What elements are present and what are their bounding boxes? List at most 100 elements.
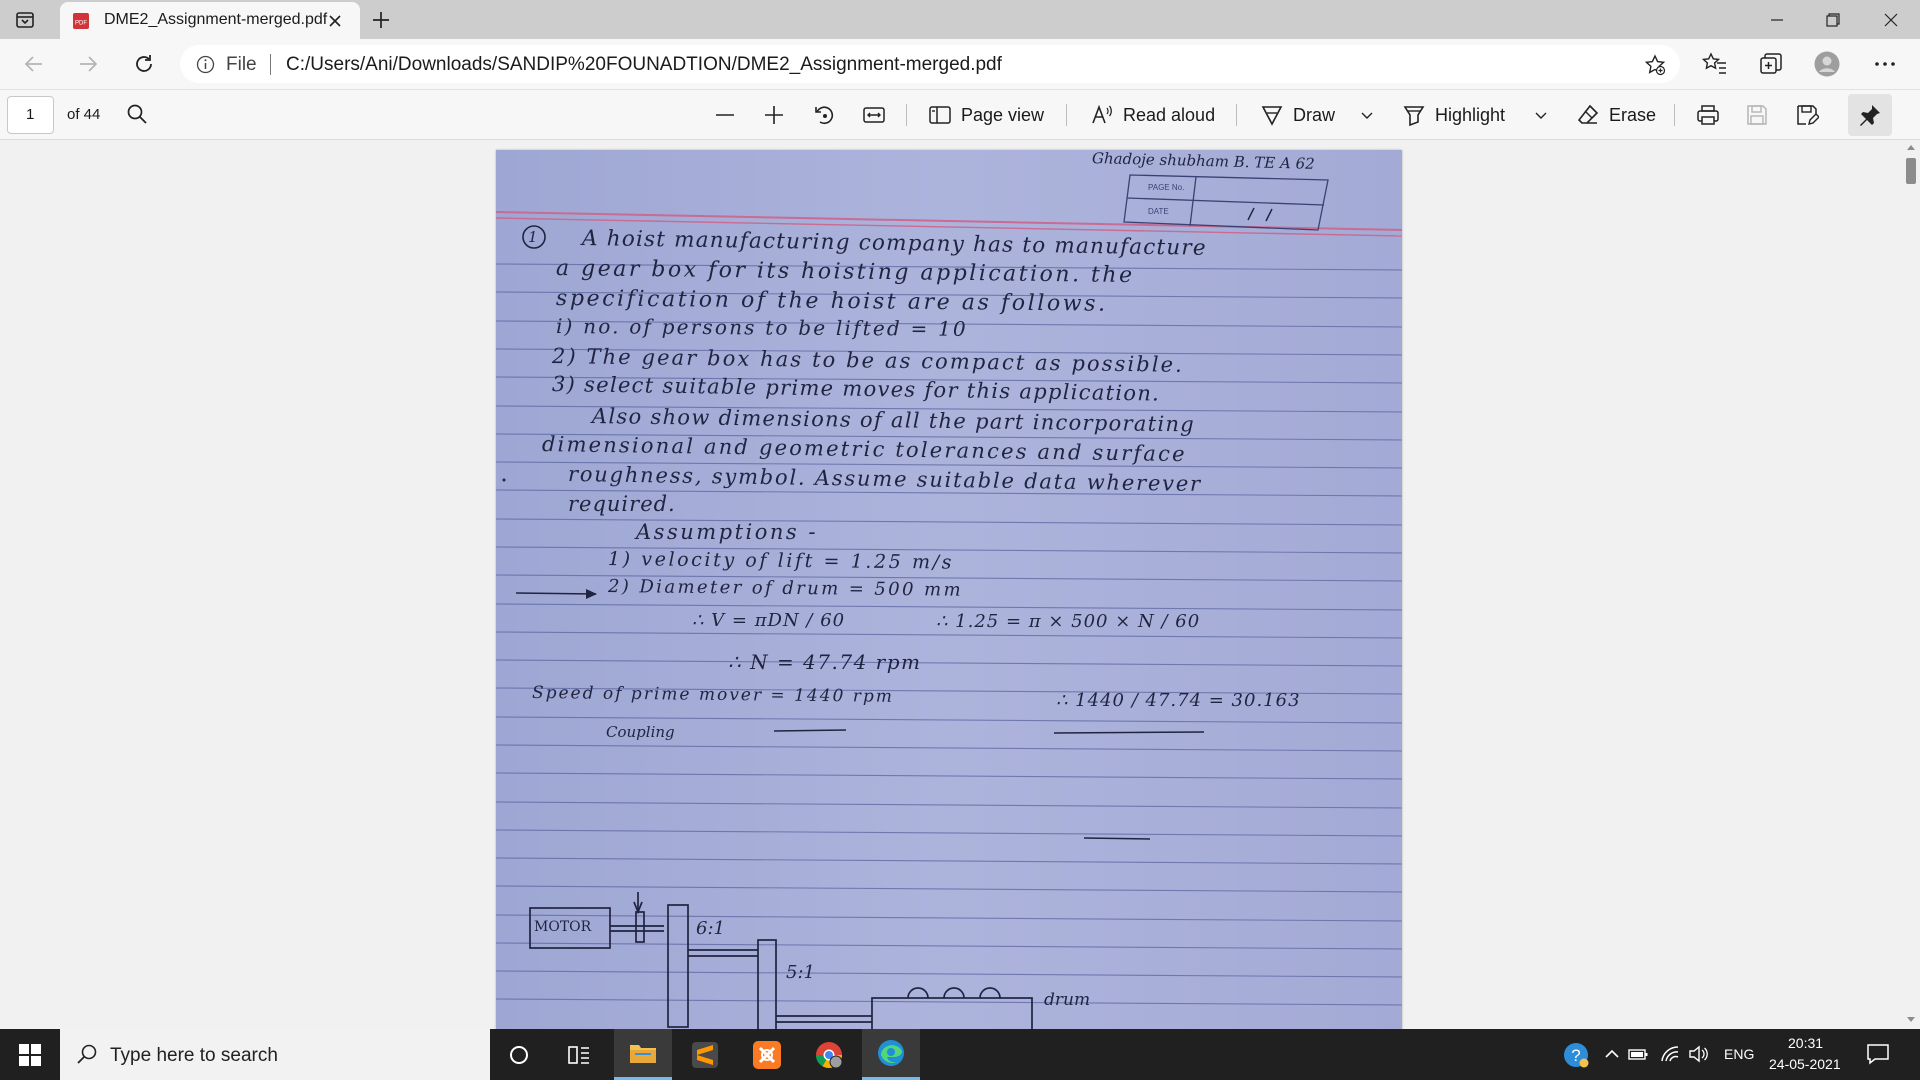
svg-text:PDF: PDF <box>75 21 87 27</box>
more-options-icon[interactable] <box>1872 51 1898 77</box>
chevron-down-icon[interactable] <box>1534 108 1548 122</box>
help-icon[interactable]: ? <box>1562 1041 1590 1069</box>
svg-text:?: ? <box>1571 1046 1580 1065</box>
search-icon[interactable] <box>126 103 148 125</box>
task-view-icon[interactable] <box>550 1029 608 1080</box>
url-separator <box>270 54 271 75</box>
clock-date[interactable]: 24-05-2021 <box>1769 1056 1841 1072</box>
start-button[interactable] <box>0 1029 60 1080</box>
sketch-coupling-label: Coupling <box>606 723 675 741</box>
scroll-up-icon[interactable] <box>1906 143 1916 151</box>
assumptions-title: Assumptions - <box>636 520 818 544</box>
toolbar-divider <box>1066 104 1067 126</box>
restore-icon[interactable] <box>1810 6 1856 34</box>
cortana-icon[interactable] <box>490 1029 548 1080</box>
read-aloud-label: Read aloud <box>1123 104 1216 125</box>
taskbar-search-box[interactable]: Type here to search <box>60 1029 490 1080</box>
velocity-formula: ∴ V = πDN / 60 <box>692 610 846 631</box>
edge-browser-icon[interactable] <box>862 1029 920 1080</box>
question-line-10: required. <box>568 492 676 516</box>
toolbar-divider <box>1236 104 1237 126</box>
pdf-file-icon: PDF <box>72 12 90 30</box>
profile-avatar-icon[interactable] <box>1814 51 1840 77</box>
windows-logo-icon <box>19 1043 41 1066</box>
toolbar-divider <box>1674 104 1675 126</box>
pdf-page: Ghadoje shubham B. TE A 62 PAGE No. DATE… <box>496 150 1402 1029</box>
close-window-icon[interactable] <box>1868 6 1914 34</box>
refresh-icon[interactable] <box>132 52 156 76</box>
chrome-profile-icon[interactable] <box>800 1029 858 1080</box>
tab-actions-icon[interactable] <box>14 9 48 31</box>
wifi-icon[interactable] <box>1660 1044 1680 1064</box>
notifications-icon[interactable] <box>1866 1042 1890 1066</box>
scroll-down-icon[interactable] <box>1906 1016 1916 1024</box>
rotate-icon[interactable] <box>812 103 836 127</box>
highlight-button[interactable]: Highlight <box>1402 102 1505 128</box>
vertical-scrollbar[interactable] <box>1902 140 1920 1029</box>
tab-strip: PDF DME2_Assignment-merged.pdf <box>0 0 1920 39</box>
highlight-icon <box>1402 103 1426 127</box>
highlight-label: Highlight <box>1435 104 1506 125</box>
page-view-button[interactable]: Page view <box>928 102 1044 128</box>
page-count: of 44 <box>67 106 101 123</box>
question-line-4: i) no. of persons to be lifted = 10 <box>555 314 968 341</box>
prime-mover-speed: Speed of prime mover = 1440 rpm <box>531 683 894 707</box>
info-icon[interactable] <box>196 55 215 74</box>
chevron-up-icon[interactable] <box>1602 1044 1622 1064</box>
fit-to-width-icon[interactable] <box>862 103 886 127</box>
volume-icon[interactable] <box>1688 1044 1708 1064</box>
save-as-icon[interactable] <box>1795 103 1819 127</box>
draw-button[interactable]: Draw <box>1260 102 1335 128</box>
sketch-stage-2-ratio: 5:1 <box>786 962 815 983</box>
eraser-icon <box>1576 103 1600 127</box>
clock-time[interactable]: 20:31 <box>1788 1035 1823 1051</box>
pdf-toolbar: 1 of 44 Page view Read aloud Draw Highli… <box>0 89 1920 140</box>
date-label: DATE <box>1148 207 1169 216</box>
sublime-text-icon[interactable] <box>676 1029 734 1080</box>
url-field[interactable]: File C:/Users/Ani/Downloads/SANDIP%20FOU… <box>180 45 1680 83</box>
add-favorite-icon[interactable] <box>1644 54 1666 76</box>
erase-label: Erase <box>1609 104 1657 125</box>
tab-title: DME2_Assignment-merged.pdf <box>104 11 328 28</box>
assumption-1: 1) velocity of lift = 1.25 m/s <box>607 548 955 574</box>
chevron-down-icon[interactable] <box>1360 108 1374 122</box>
sketch-stage-1-ratio: 6:1 <box>696 918 725 939</box>
battery-icon[interactable] <box>1628 1044 1648 1064</box>
page-no-label: PAGE No. <box>1148 183 1185 192</box>
draw-label: Draw <box>1293 104 1336 125</box>
language-indicator[interactable]: ENG <box>1724 1046 1754 1062</box>
velocity-substitution: ∴ 1.25 = π × 500 × N / 60 <box>936 611 1201 632</box>
back-icon[interactable] <box>22 52 46 76</box>
collections-icon[interactable] <box>1758 51 1784 77</box>
pin-toolbar-button[interactable] <box>1848 94 1892 136</box>
page-view-label: Page view <box>961 104 1045 125</box>
search-icon <box>76 1043 98 1065</box>
pin-icon <box>1858 103 1882 127</box>
zoom-out-icon[interactable] <box>713 103 737 127</box>
read-aloud-button[interactable]: Read aloud <box>1090 102 1215 128</box>
xampp-icon[interactable] <box>738 1029 796 1080</box>
new-tab-icon[interactable] <box>370 9 392 31</box>
toolbar-divider <box>906 104 907 126</box>
zoom-in-icon[interactable] <box>762 103 786 127</box>
erase-button[interactable]: Erase <box>1576 102 1656 128</box>
file-explorer-icon[interactable] <box>614 1029 672 1080</box>
sketch-drum-label: drum <box>1044 990 1091 1010</box>
url-text[interactable]: C:/Users/Ani/Downloads/SANDIP%20FOUNADTI… <box>286 54 1002 76</box>
minimize-icon[interactable] <box>1754 6 1800 34</box>
pdf-viewer[interactable]: Ghadoje shubham B. TE A 62 PAGE No. DATE… <box>0 140 1920 1029</box>
scroll-thumb[interactable] <box>1906 158 1916 184</box>
forward-icon[interactable] <box>76 52 100 76</box>
page-view-icon <box>928 103 952 127</box>
close-tab-icon[interactable] <box>326 12 344 30</box>
active-tab[interactable]: PDF DME2_Assignment-merged.pdf <box>60 2 360 39</box>
print-icon[interactable] <box>1696 103 1720 127</box>
taskbar-search-placeholder: Type here to search <box>110 1045 278 1066</box>
page-number-input[interactable]: 1 <box>7 96 54 134</box>
favorites-icon[interactable] <box>1702 51 1728 77</box>
gear-ratio: ∴ 1440 / 47.74 = 30.163 <box>1056 690 1301 711</box>
read-aloud-icon <box>1090 103 1114 127</box>
address-bar-row: File C:/Users/Ani/Downloads/SANDIP%20FOU… <box>0 39 1920 89</box>
save-icon[interactable] <box>1745 103 1769 127</box>
drum-speed-result: ∴ N = 47.74 rpm <box>728 650 922 674</box>
